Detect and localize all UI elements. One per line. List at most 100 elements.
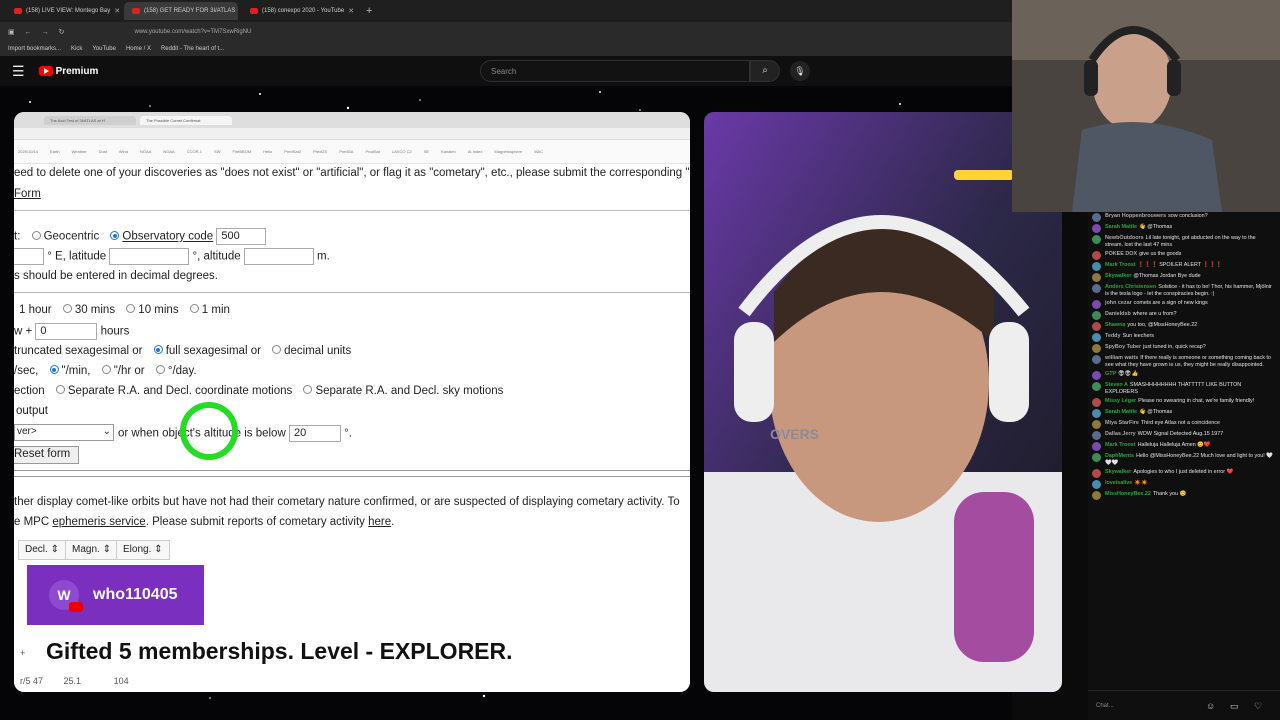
- inner-bookmark-item: PredGA: [339, 149, 354, 154]
- url-field[interactable]: www.youtube.com/watch?v=TM7SxwRigNU: [135, 29, 252, 35]
- divider: [14, 470, 690, 471]
- cell: 104: [113, 676, 129, 686]
- sort-icon: ⇕: [154, 544, 163, 555]
- chat-text: Third eye Atlas not a coincidence: [1140, 420, 1220, 426]
- reload-icon[interactable]: ↻: [59, 28, 65, 36]
- close-tab-icon[interactable]: ✕: [114, 7, 120, 15]
- chat-message[interactable]: Steven A SMASHHHHHHHH THATTTTT LIKE BUTTO…: [1088, 381, 1280, 397]
- forward-icon[interactable]: →: [42, 29, 49, 36]
- chat-message-body: GTP 👽👽👍: [1105, 371, 1138, 380]
- bookmark-item[interactable]: Reddit - The heart of t...: [161, 46, 224, 52]
- search-icon[interactable]: ⌕: [750, 60, 780, 82]
- chat-message[interactable]: Sarah Mattle 👋 @Thomas: [1088, 223, 1280, 234]
- chat-message[interactable]: Mark Troost Halleluja Halleluja Amen 😊❤️: [1088, 441, 1280, 452]
- chat-message[interactable]: Skywalker @Thomas Jordan Bye dude: [1088, 272, 1280, 283]
- inner-bookmark-item: MAC: [534, 149, 544, 154]
- chat-author: Mark Troost: [1105, 262, 1136, 268]
- altitude-label: °, altitude: [192, 250, 241, 263]
- geocentric-label: Geocentric: [43, 230, 100, 243]
- inner-bookmark-item: Dust: [98, 149, 107, 154]
- chat-message[interactable]: Bryan Hoppenbrouwers sow conclusion?: [1088, 212, 1280, 223]
- chat-message[interactable]: Skywalker Apologies to who I just deleted…: [1088, 468, 1280, 479]
- browser-tab-active[interactable]: (158) GET READY FOR 3I/ATLAS✕: [124, 2, 238, 20]
- avatar: [1092, 251, 1101, 260]
- youtube-play-icon: [38, 66, 53, 76]
- chat-author: Skywalker: [1105, 469, 1132, 475]
- divider: [14, 292, 690, 293]
- coordinate-row: ° E, latitude °, altitude m.: [14, 248, 330, 265]
- chat-message-body: william watts If there really is someone …: [1105, 355, 1274, 369]
- chat-author: Miya StarFire: [1105, 420, 1139, 426]
- bookmark-item[interactable]: Import bookmarks...: [8, 46, 61, 52]
- format-truncated: truncated sexagesimal or: [14, 345, 143, 357]
- browser-tab[interactable]: (158) LIVE VIEW: Montego Bay ✕: [6, 2, 120, 20]
- interval-1min: 1 min: [201, 304, 230, 316]
- sort-icon: ⇕: [50, 544, 59, 555]
- chat-message-body: Skywalker @Thomas Jordan Bye dude: [1105, 273, 1201, 282]
- chat-message[interactable]: NewbOutdoors Lil late tonight, got abduct…: [1088, 234, 1280, 250]
- chat-message[interactable]: Miya StarFire Third eye Atlas not a coinc…: [1088, 419, 1280, 430]
- avatar: [1092, 300, 1101, 309]
- offset-label: w +: [14, 325, 33, 338]
- chat-author: william watts: [1105, 355, 1139, 361]
- chat-message-body: NewbOutdoors Lil late tonight, got abduct…: [1105, 235, 1274, 249]
- avatar: [1092, 453, 1101, 462]
- chat-text: 👋 @Thomas: [1139, 409, 1173, 415]
- table-row: r/5 47 25.1 104: [20, 676, 129, 686]
- chat-message[interactable]: Teddy Sun leechers: [1088, 332, 1280, 343]
- chat-message[interactable]: Danieldsb where are u from?: [1088, 310, 1280, 321]
- chat-message[interactable]: SpyBoy Tuber just tuned in, quick recap?: [1088, 343, 1280, 354]
- chat-message[interactable]: Mark Troost ❗❗❗ SPOILER ALERT ❗❗❗: [1088, 261, 1280, 272]
- format-full: full sexagesimal or: [165, 345, 261, 357]
- new-tab-button[interactable]: +: [360, 5, 378, 17]
- search-input[interactable]: Search: [480, 60, 750, 82]
- chat-message[interactable]: william watts If there really is someone …: [1088, 354, 1280, 370]
- column-label: Magn.: [72, 544, 100, 555]
- motion-hr: "/hr or: [113, 365, 145, 377]
- youtube-logo[interactable]: Premium: [38, 66, 98, 77]
- chat-text: you too, @MissHoneyBee.22: [1127, 322, 1198, 328]
- sidebar-toggle-icon[interactable]: ▣: [8, 28, 15, 36]
- mic-icon[interactable]: 🎙: [790, 61, 810, 81]
- heart-icon[interactable]: ♡: [1254, 701, 1262, 712]
- chat-message[interactable]: Missy Léger Please no swearing in chat, w…: [1088, 397, 1280, 408]
- hamburger-icon[interactable]: ☰: [12, 63, 25, 80]
- chat-text: ✴️✴️: [1134, 480, 1148, 486]
- bookmark-item[interactable]: Kick: [71, 46, 82, 52]
- inner-bookmark-item: Earth: [50, 149, 60, 154]
- browser-tab[interactable]: (158) conexpo 2020 - YouTube ✕: [242, 2, 356, 20]
- chat-message[interactable]: Anders Christensen Solstice - it has to b…: [1088, 283, 1280, 299]
- close-tab-icon[interactable]: ✕: [348, 7, 354, 15]
- avatar: [1092, 431, 1101, 440]
- column-header-decl: Decl. ⇕: [18, 540, 66, 560]
- chat-message[interactable]: Sarah Mattle 👋 @Thomas: [1088, 408, 1280, 419]
- gift-alert-box: W who110405: [27, 565, 204, 625]
- chat-text: WOW Signal Detected Aug.15 1977: [1137, 431, 1224, 437]
- inner-bookmark-item: Magnetosphere: [494, 149, 523, 154]
- chat-message[interactable]: POKEE DOX give us the goods: [1088, 250, 1280, 261]
- bookmark-item[interactable]: Home / X: [126, 46, 151, 52]
- chat-message[interactable]: loveisalive ✴️✴️: [1088, 479, 1280, 490]
- chat-message[interactable]: john cezar comets are a sign of new kings: [1088, 299, 1280, 310]
- emoji-icon[interactable]: ☺: [1206, 701, 1215, 711]
- back-icon[interactable]: ←: [25, 29, 32, 36]
- avatar: [1092, 371, 1101, 380]
- comet-paragraph: ther display comet-like orbits but have …: [14, 496, 680, 508]
- host-camera-image: [704, 112, 1062, 692]
- decimal-note: s should be entered in decimal degrees.: [14, 270, 218, 282]
- bookmark-item[interactable]: YouTube: [92, 46, 116, 52]
- column-header-magn: Magn. ⇕: [65, 540, 118, 560]
- chat-input[interactable]: Chat...: [1096, 703, 1114, 709]
- avatar: [1092, 284, 1101, 293]
- super-chat-icon[interactable]: ▭: [1230, 701, 1239, 712]
- column-label: Elong.: [123, 544, 152, 555]
- chat-message[interactable]: DaphMents Hello @MissHoneyBee.22 Much lov…: [1088, 452, 1280, 468]
- chat-message[interactable]: MissHoneyBee.22 Thank you 😊: [1088, 490, 1280, 501]
- youtube-favicon-icon: [132, 8, 140, 14]
- chat-message[interactable]: Shawna you too, @MissHoneyBee.22: [1088, 321, 1280, 332]
- chat-message[interactable]: GTP 👽👽👍: [1088, 370, 1280, 381]
- column-label: Decl.: [25, 544, 48, 555]
- chat-text: @Thomas Jordan Bye dude: [1133, 273, 1201, 279]
- chat-message[interactable]: Dallas Jerry WOW Signal Detected Aug.15 1…: [1088, 430, 1280, 441]
- avatar: [1092, 409, 1101, 418]
